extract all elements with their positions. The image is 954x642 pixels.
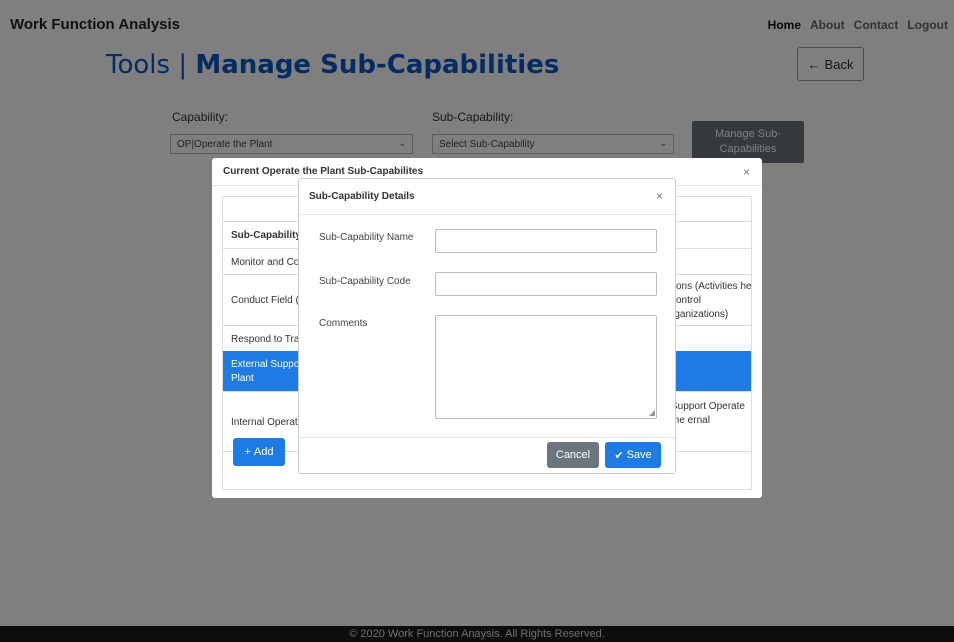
add-label: Add [253,446,274,458]
subcapability-name-input[interactable] [435,229,657,253]
add-button[interactable]: + Add [233,438,285,466]
save-button[interactable]: ✔ Save [605,442,661,468]
resize-handle-icon[interactable]: ◢ [649,408,655,417]
details-modal-title: Sub-Capability Details [309,191,415,202]
close-icon[interactable]: × [743,165,750,179]
subcapability-code-input[interactable] [435,272,657,296]
cancel-button[interactable]: Cancel [547,442,599,468]
subcapability-code-label: Sub-Capability Code [319,276,411,287]
details-modal-footer [299,437,675,438]
row-description: Support Operate the ernal [671,401,745,426]
check-icon: ✔ [614,449,624,462]
subcapability-name-label: Sub-Capability Name [319,232,414,243]
close-icon[interactable]: × [656,189,663,203]
save-label: Save [626,449,652,461]
plus-icon: + [244,446,251,458]
row-description: tions (Activities he control rganization… [671,281,752,320]
list-modal-title: Current Operate the Plant Sub-Capabilite… [223,166,424,177]
comments-label: Comments [319,318,368,329]
details-modal-header: Sub-Capability Details × [299,179,675,215]
comments-textarea[interactable]: ◢ [435,315,657,419]
subcapability-details-modal: Sub-Capability Details × Sub-Capability … [298,178,676,474]
